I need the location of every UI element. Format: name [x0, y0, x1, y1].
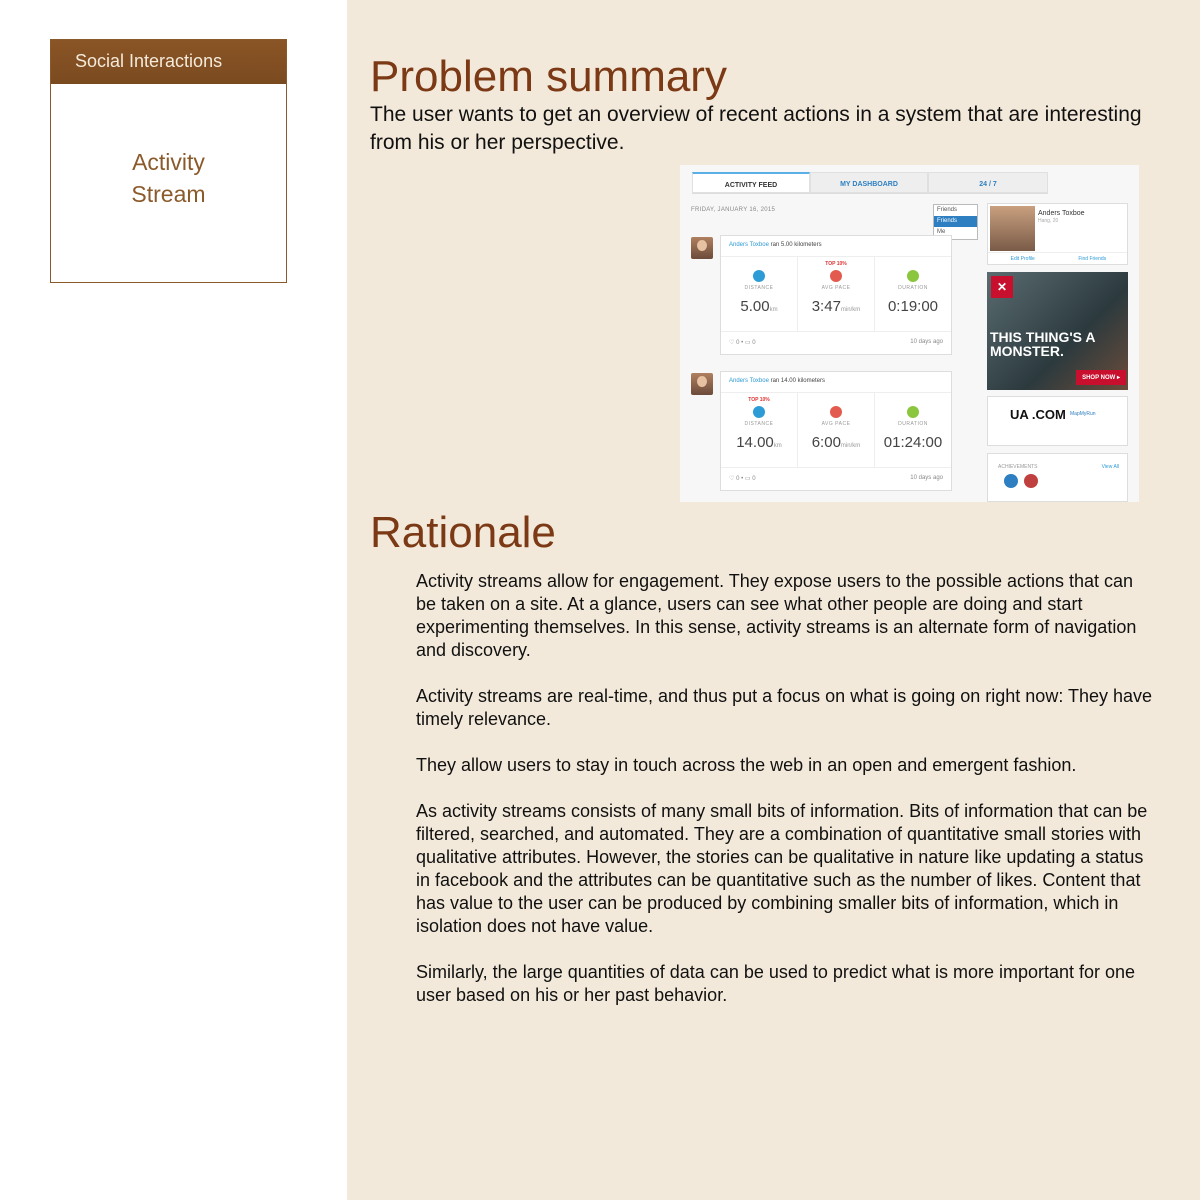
time-ago: 10 days ago — [910, 475, 943, 481]
heart-icon: ♡ — [729, 476, 735, 482]
ua-links: UA .COM MapMyRun — [987, 396, 1128, 446]
top-badge: TOP 10% — [825, 261, 847, 267]
pace-icon — [830, 270, 842, 282]
avatar — [691, 237, 713, 259]
dropdown-value: Friends — [937, 207, 958, 213]
profile-name: Anders Toxboe — [1038, 210, 1085, 217]
clock-icon — [907, 406, 919, 418]
edit-profile-link: Edit Profile — [1010, 256, 1035, 262]
stat-distance: TOP 10% DISTANCE 14.00km — [721, 393, 798, 467]
find-friends-link: Find Friends — [1078, 256, 1107, 262]
activity-user: Anders Toxboe — [729, 242, 769, 248]
advertisement: ✕ THIS THING'S A MONSTER. SHOP NOW ▸ — [987, 272, 1128, 390]
rationale-body: Activity streams allow for engagement. T… — [416, 570, 1156, 1030]
rationale-paragraph: They allow users to stay in touch across… — [416, 755, 1077, 775]
tab-activity-feed: ACTIVITY FEED — [692, 172, 810, 193]
profile-location: Hang, 20 — [1038, 218, 1059, 224]
rationale-heading: Rationale — [370, 508, 556, 557]
stat-duration: DURATION 0:19:00 — [875, 257, 951, 331]
achievements-title: ACHIEVEMENTS — [998, 464, 1038, 470]
activity-footer: ♡ 0 • ▭ 0 10 days ago — [729, 339, 943, 346]
pattern-title-line1: Activity — [132, 149, 205, 175]
pace-icon — [830, 406, 842, 418]
feed-date: FRIDAY, JANUARY 16, 2015 — [691, 207, 776, 213]
badge-icon — [1024, 474, 1038, 488]
stat-distance: DISTANCE 5.00km — [721, 257, 798, 331]
activity-header: Anders Toxboe ran 14.00 kilometers — [721, 372, 951, 392]
heart-icon: ♡ — [729, 340, 735, 346]
top-badge: TOP 10% — [748, 397, 770, 403]
achievements-box: ACHIEVEMENTS View All — [987, 453, 1128, 502]
stat-pace: AVG PACE 6:00min/km — [798, 393, 875, 467]
clock-icon — [907, 270, 919, 282]
mapmyrun-link: MapMyRun — [1070, 411, 1096, 417]
dropdown-option: Friends — [934, 216, 977, 227]
screenshot-tabs: ACTIVITY FEED MY DASHBOARD 24 / 7 — [692, 172, 1048, 194]
content-column: Problem summary The user wants to get an… — [347, 0, 1200, 1200]
avatar — [691, 373, 713, 395]
left-column: Social Interactions Activity Stream — [0, 0, 347, 1200]
category-header: Social Interactions — [51, 40, 286, 84]
rationale-paragraph: Activity streams allow for engagement. T… — [416, 571, 1137, 660]
ad-headline: THIS THING'S A MONSTER. — [990, 329, 1095, 359]
pattern-title-line2: Stream — [131, 181, 206, 207]
stat-duration: DURATION 01:24:00 — [875, 393, 951, 467]
rationale-paragraph: Similarly, the large quantities of data … — [416, 962, 1136, 1005]
activity-footer: ♡ 0 • ▭ 0 10 days ago — [729, 475, 943, 482]
comment-icon: ▭ — [744, 340, 751, 346]
shoe-icon — [753, 270, 765, 282]
activity-action: ran 14.00 kilometers — [770, 378, 825, 384]
stat-pace: TOP 10% AVG PACE 3:47min/km — [798, 257, 875, 331]
view-all-link: View All — [1101, 464, 1119, 470]
shop-now-button: SHOP NOW ▸ — [1076, 370, 1126, 385]
activity-card: Anders Toxboe ran 5.00 kilometers DISTAN… — [720, 235, 952, 355]
comment-icon: ▭ — [744, 476, 751, 482]
activity-header: Anders Toxboe ran 5.00 kilometers — [721, 236, 951, 256]
rationale-paragraph: Activity streams are real-time, and thus… — [416, 686, 1153, 729]
time-ago: 10 days ago — [910, 339, 943, 345]
activity-action: ran 5.00 kilometers — [770, 242, 822, 248]
activity-user: Anders Toxboe — [729, 378, 769, 384]
trophy-icon — [1004, 474, 1018, 488]
shoe-icon — [753, 406, 765, 418]
activity-stats: TOP 10% DISTANCE 14.00km AVG PACE 6:00mi… — [721, 392, 951, 468]
activity-card: Anders Toxboe ran 14.00 kilometers TOP 1… — [720, 371, 952, 491]
profile-photo — [990, 206, 1035, 251]
example-screenshot: ACTIVITY FEED MY DASHBOARD 24 / 7 FRIDAY… — [680, 165, 1139, 502]
profile-box: Anders Toxboe Hang, 20 Edit Profile Find… — [987, 203, 1128, 265]
under-armour-logo: ✕ — [991, 276, 1013, 298]
rationale-paragraph: As activity streams consists of many sma… — [416, 801, 1148, 936]
activity-stats: DISTANCE 5.00km TOP 10% AVG PACE 3:47min… — [721, 256, 951, 332]
pattern-title: Activity Stream — [51, 146, 286, 210]
pattern-card[interactable]: Social Interactions Activity Stream — [50, 39, 287, 283]
tab-my-dashboard: MY DASHBOARD — [810, 172, 928, 193]
ua-logo: UA .COM — [1010, 407, 1066, 422]
problem-text: The user wants to get an overview of rec… — [370, 103, 1142, 154]
tab-24-7: 24 / 7 — [928, 172, 1048, 193]
problem-heading: Problem summary — [370, 52, 727, 101]
